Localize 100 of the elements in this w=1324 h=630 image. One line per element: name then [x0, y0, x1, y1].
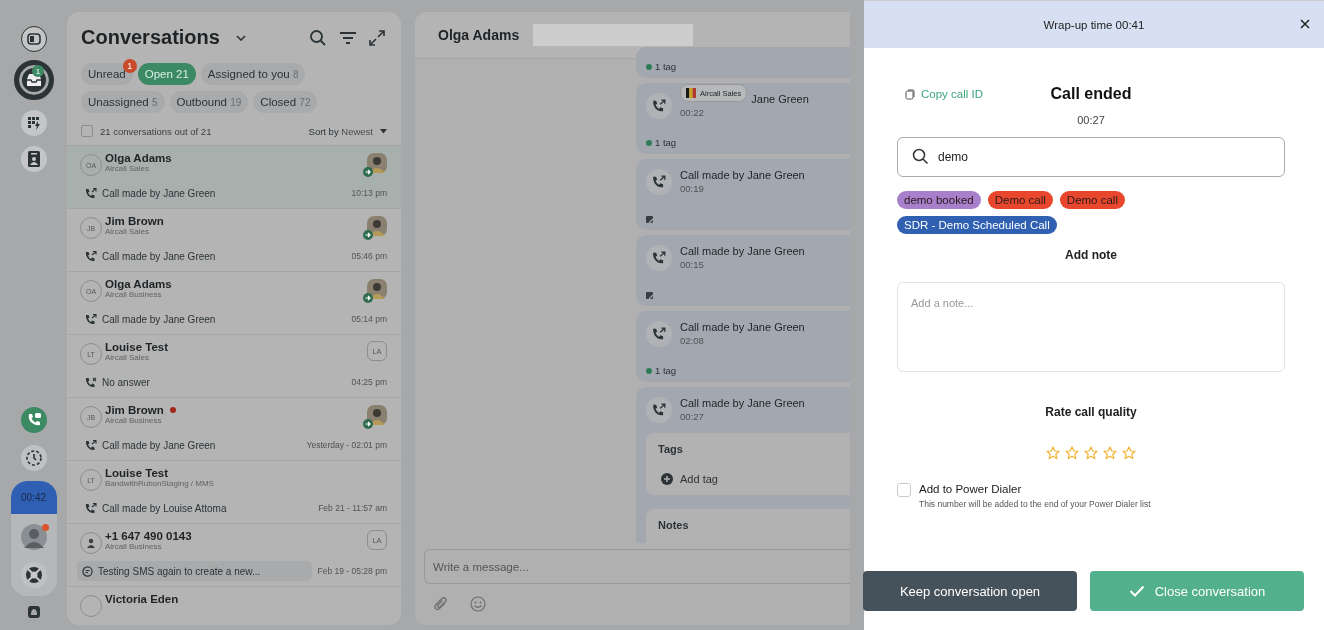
checkbox-label: Add to Power Dialer: [919, 483, 1023, 495]
call-title: Call made by Jane Green: [680, 169, 805, 181]
call-title: Call made by Jane Green: [680, 321, 805, 333]
call-duration: 00:27: [680, 411, 705, 422]
keep-open-button[interactable]: Keep conversation open: [863, 571, 1077, 611]
star-icon[interactable]: [1103, 446, 1117, 460]
conversation-item[interactable]: Victoria Eden: [67, 587, 401, 625]
close-icon[interactable]: [1300, 19, 1310, 29]
line-name: BandwithRubonStaging / MMS: [105, 479, 214, 488]
star-icon[interactable]: [1046, 446, 1060, 460]
line-name: Aircall Business: [105, 416, 163, 425]
section-title: Rate call quality: [1045, 405, 1137, 419]
message-icon: [82, 565, 93, 577]
filter-tab[interactable]: Unassigned 5: [81, 91, 165, 113]
wrap-up-timer: Wrap-up time 00:41: [1043, 18, 1145, 31]
filter-tab[interactable]: Outbound 19: [169, 91, 249, 113]
panel-title: Conversations: [81, 26, 220, 49]
outgoing-call-icon: [646, 321, 672, 347]
note-icon[interactable]: [646, 216, 654, 224]
notification-badge: 1: [32, 65, 44, 77]
contact-name: Louise Test: [105, 467, 169, 479]
section-title: Add note: [1065, 248, 1117, 262]
timestamp: 05:14 pm: [351, 314, 387, 324]
call-duration: 00:27: [1077, 114, 1105, 126]
timestamp: Feb 21 - 11:57 am: [318, 503, 387, 513]
tag-chip[interactable]: Demo call: [987, 191, 1053, 209]
call-duration: 02:08: [680, 335, 705, 346]
message-input[interactable]: Write a message...: [424, 549, 850, 584]
expand-icon[interactable]: [369, 29, 385, 46]
sort-dropdown[interactable]: Sort by Newest: [308, 125, 373, 137]
conversation-count: 21 conversations out of 21: [100, 125, 212, 137]
tag-dot: [646, 139, 652, 146]
history-icon[interactable]: [20, 445, 47, 471]
tag-chip[interactable]: Demo call: [1059, 191, 1125, 209]
tag-count[interactable]: 1 tag: [655, 61, 677, 72]
note-field[interactable]: Add a note...: [897, 282, 1285, 372]
timestamp: Yesterday - 02:01 pm: [306, 440, 387, 450]
filter-tab[interactable]: Open 21: [137, 63, 196, 85]
help-icon[interactable]: [20, 562, 47, 588]
outgoing-call-icon: [85, 502, 97, 514]
outgoing-call-icon: [646, 245, 672, 271]
flag-icon: [686, 88, 696, 98]
contact-name: Jim Brown: [105, 215, 164, 227]
timestamp: Feb 19 - 05:28 pm: [317, 566, 387, 576]
timestamp: 10:13 pm: [351, 188, 387, 198]
tag-count[interactable]: 1 tag: [655, 365, 677, 376]
power-dialer-checkbox[interactable]: [897, 483, 911, 497]
missed-call-icon: [85, 376, 97, 388]
inbox-icon[interactable]: [13, 60, 54, 100]
last-activity: Call made by Jane Green: [102, 187, 216, 199]
helper-text: This number will be added to the end of your Power Dialer list: [919, 499, 1151, 509]
copy-icon: [905, 88, 915, 100]
line-name: Aircall Sales: [105, 164, 150, 173]
call-duration: 00:19: [680, 183, 705, 194]
outgoing-call-icon: [646, 169, 672, 195]
caret-icon[interactable]: [380, 128, 387, 134]
contact-card-icon[interactable]: [20, 146, 47, 172]
tag-search-field[interactable]: demo: [897, 137, 1285, 177]
dialpad-icon[interactable]: [20, 110, 47, 136]
contact-name: Olga Adams: [105, 278, 172, 290]
copy-call-id-button[interactable]: Copy call ID: [897, 88, 983, 100]
last-activity: Call made by Jane Green: [102, 250, 216, 262]
tag-count[interactable]: 1 tag: [655, 137, 677, 148]
call-title: Call made by Jane Green: [680, 397, 805, 409]
contact-name: Jim Brown: [105, 404, 164, 416]
call-duration: 00:22: [680, 107, 705, 118]
star-icon[interactable]: [1084, 446, 1098, 460]
tag-chip[interactable]: demo booked: [897, 191, 981, 209]
outgoing-call-icon: [85, 187, 97, 199]
filter-icon[interactable]: [339, 30, 357, 45]
star-icon[interactable]: [1065, 446, 1079, 460]
chevron-down-icon[interactable]: [235, 34, 246, 41]
tag-chip[interactable]: SDR - Demo Scheduled Call: [897, 216, 1057, 234]
contact-name: Louise Test: [105, 341, 169, 353]
call-title: Jane Green: [751, 93, 809, 105]
outgoing-call-icon: [646, 93, 672, 119]
filter-tab[interactable]: Closed 72: [253, 91, 318, 113]
user-avatar[interactable]: [20, 524, 47, 550]
star-rating[interactable]: [1046, 446, 1136, 460]
add-tag-button[interactable]: Add tag: [658, 473, 850, 485]
bell-icon[interactable]: [27, 606, 40, 618]
call-title: Call made by Jane Green: [680, 245, 805, 257]
outgoing-call-icon: [85, 439, 97, 451]
star-icon[interactable]: [1122, 446, 1136, 460]
sidebar-toggle-icon[interactable]: [20, 26, 47, 52]
search-icon[interactable]: [309, 28, 327, 47]
filter-tab[interactable]: Assigned to you 8: [200, 63, 306, 85]
plus-icon: [661, 473, 673, 485]
last-activity: Call made by Jane Green: [102, 313, 216, 325]
last-activity: Call made by Louise Attoma: [102, 502, 227, 514]
contact-name: Olga Adams: [438, 27, 520, 43]
contact-name: +1 647 490 0143: [105, 530, 192, 542]
select-all-checkbox[interactable]: [81, 125, 93, 137]
contact-name: Victoria Eden: [105, 593, 179, 605]
note-icon[interactable]: [646, 292, 654, 300]
section-title: Tags: [658, 443, 684, 455]
line-name: Aircall Business: [105, 290, 163, 299]
phone-chat-icon[interactable]: [20, 407, 47, 433]
line-name: Aircall Business: [105, 542, 163, 551]
line-name: Aircall Sales: [105, 353, 150, 362]
